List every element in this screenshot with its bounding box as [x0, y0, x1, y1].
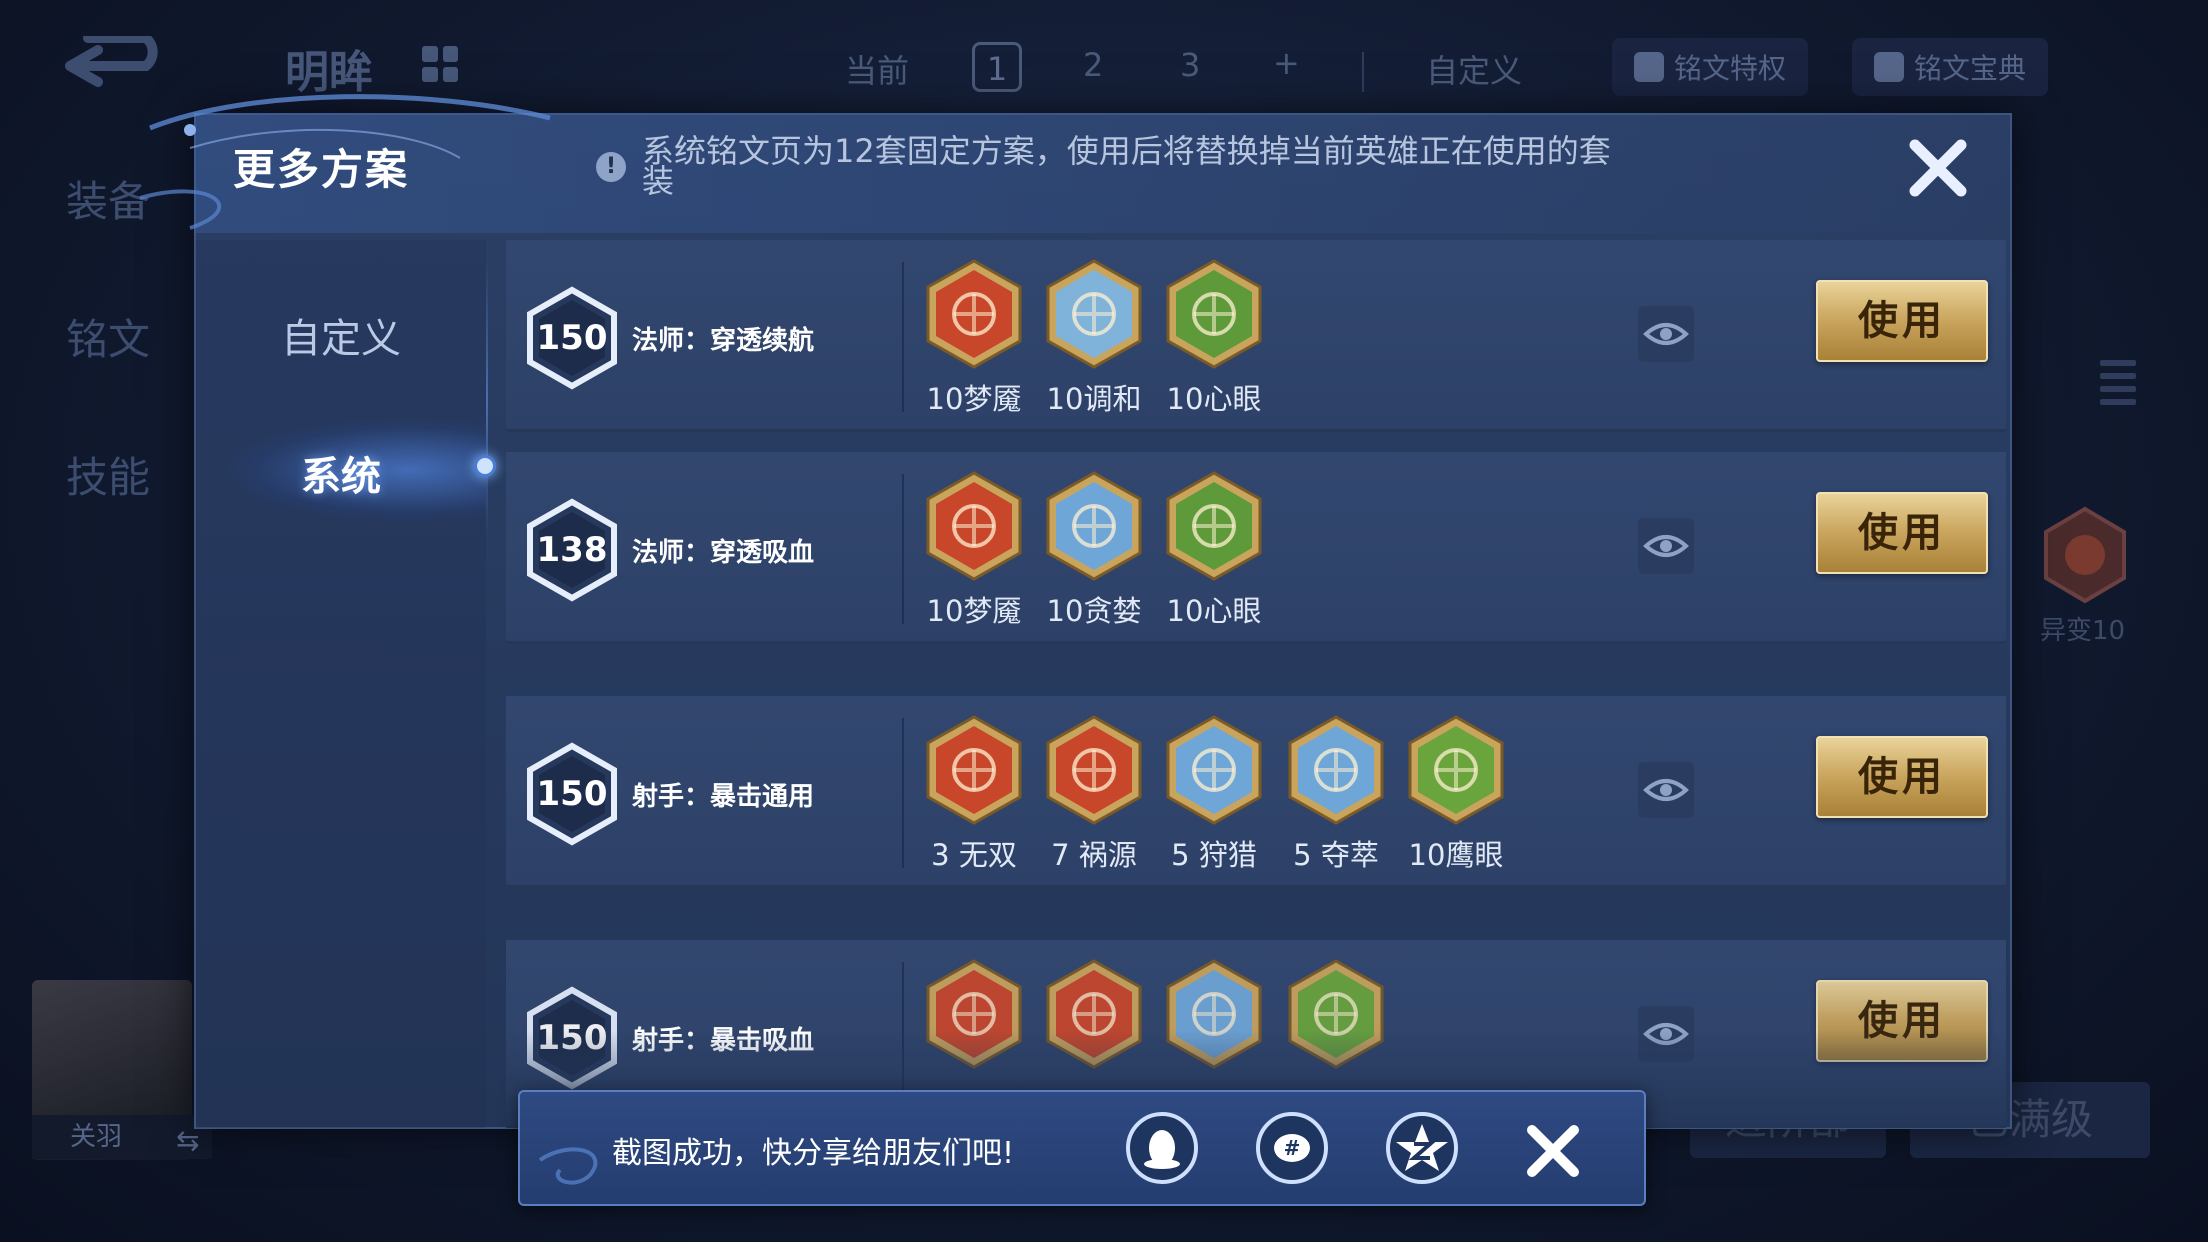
- red-fan-rune[interactable]: [1044, 714, 1144, 826]
- background-rune-icon: [2044, 506, 2126, 604]
- current-page-label: 当前: [845, 52, 910, 90]
- blue-lightning-rune[interactable]: [1164, 714, 1264, 826]
- info-icon: !: [596, 152, 626, 182]
- side-tab-skills[interactable]: 技能: [66, 444, 150, 505]
- green-clover-rune[interactable]: [1406, 714, 1506, 826]
- preview-eye-icon[interactable]: [1636, 760, 1696, 820]
- rune-label: 10贪婪: [1046, 594, 1142, 628]
- blue-drop-rune[interactable]: [1044, 258, 1144, 370]
- page-tab-2[interactable]: 2: [1083, 46, 1103, 84]
- rune-label: 10心眼: [1166, 382, 1262, 416]
- rune-privilege-button[interactable]: 铭文特权: [1612, 38, 1809, 96]
- blue-knot-rune[interactable]: [1286, 714, 1386, 826]
- use-preset-button[interactable]: 使用: [1816, 492, 1988, 574]
- tab-custom[interactable]: 自定义: [196, 306, 486, 364]
- page-tab-1[interactable]: 1: [972, 42, 1022, 92]
- qzone-icon[interactable]: [1384, 1110, 1460, 1186]
- preset-row[interactable]: 138 法师：穿透吸血 10梦魇 10贪婪 10心眼 使用: [506, 452, 2006, 644]
- rune-label: 10梦魇: [926, 382, 1022, 416]
- row-divider: [902, 718, 904, 868]
- green-shield-rune[interactable]: [1164, 470, 1264, 582]
- green-shield-rune[interactable]: [1164, 258, 1264, 370]
- grid-menu-icon[interactable]: [422, 46, 458, 82]
- crown-icon: [1634, 52, 1664, 82]
- level-badge-value: 138: [536, 530, 608, 570]
- rune-label: 10心眼: [1166, 594, 1262, 628]
- custom-page-label[interactable]: 自定义: [1426, 46, 1522, 92]
- rune-label: 7 祸源: [1051, 838, 1137, 872]
- tab-system[interactable]: 系统: [196, 444, 486, 502]
- dialog-notice: 系统铭文页为12套固定方案，使用后将替换掉当前英雄正在使用的套装: [642, 132, 1611, 200]
- rune-label: 10调和: [1046, 382, 1142, 416]
- preset-category-sidebar: [196, 240, 486, 1128]
- svg-text:#: #: [1284, 1136, 1301, 1160]
- use-preset-button[interactable]: 使用: [1816, 736, 1988, 818]
- close-dialog-button[interactable]: [1905, 135, 1971, 201]
- list-menu-icon[interactable]: [2100, 360, 2136, 410]
- toast-message: 截图成功，快分享给朋友们吧!: [612, 1136, 1015, 1171]
- red-demon-rune[interactable]: [924, 470, 1024, 582]
- qq-icon[interactable]: [1124, 1110, 1200, 1186]
- rune-label: 5 狩猎: [1171, 838, 1257, 872]
- sidebar-divider: [486, 260, 488, 540]
- row-divider: [902, 474, 904, 624]
- add-page-button[interactable]: +: [1273, 44, 1300, 82]
- rune-label: 3 无双: [931, 838, 1017, 872]
- rune-label: 5 夺萃: [1293, 838, 1379, 872]
- level-badge-value: 150: [536, 318, 608, 358]
- row-divider: [902, 262, 904, 412]
- close-toast-button[interactable]: [1522, 1120, 1584, 1182]
- preset-row[interactable]: 150 法师：穿透续航 10梦魇 10调和 10心眼 使用: [506, 240, 2006, 432]
- divider: [1362, 52, 1364, 92]
- preset-name: 法师：穿透吸血: [632, 538, 815, 568]
- rune-label: 10鹰眼: [1408, 838, 1504, 872]
- rune-codex-label: 铭文宝典: [1914, 52, 2027, 85]
- use-preset-button[interactable]: 使用: [1816, 280, 1988, 362]
- active-tab-indicator: [474, 455, 496, 477]
- preview-eye-icon[interactable]: [1636, 516, 1696, 576]
- level-badge-value: 150: [536, 774, 608, 814]
- background-rune-label: 异变10: [2040, 616, 2126, 646]
- rune-label: 10梦魇: [926, 594, 1022, 628]
- book-icon: [1874, 52, 1904, 82]
- preset-name: 射手：暴击通用: [632, 782, 815, 812]
- wechat-moments-icon[interactable]: #: [1254, 1110, 1330, 1186]
- preview-eye-icon[interactable]: [1636, 304, 1696, 364]
- side-tab-runes[interactable]: 铭文: [66, 306, 150, 367]
- rune-privilege-label: 铭文特权: [1674, 52, 1787, 85]
- dialog-title: 更多方案: [233, 145, 410, 194]
- back-arrow-icon[interactable]: [58, 36, 176, 96]
- red-demon-rune[interactable]: [924, 258, 1024, 370]
- page-tab-3[interactable]: 3: [1180, 46, 1200, 84]
- preset-row[interactable]: 150 射手：暴击通用 3 无双 7 祸源 5 狩猎 5 夺萃 10鹰眼 使用: [506, 696, 2006, 888]
- rune-codex-button[interactable]: 铭文宝典: [1852, 38, 2049, 96]
- preset-name: 法师：穿透续航: [632, 326, 815, 356]
- red-spiral-rune[interactable]: [924, 714, 1024, 826]
- blue-star-rune[interactable]: [1044, 470, 1144, 582]
